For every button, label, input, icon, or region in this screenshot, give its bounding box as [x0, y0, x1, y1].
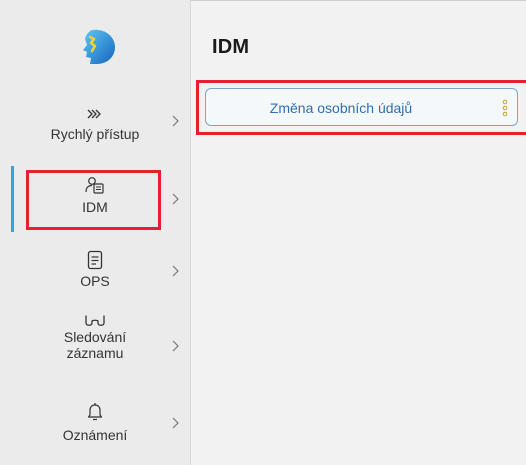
sidebar-item-ops[interactable]: OPS	[0, 250, 190, 289]
sidebar-item-label: OPS	[80, 273, 110, 289]
bell-icon	[87, 403, 103, 421]
double-chevron-icon	[87, 109, 101, 119]
glasses-icon	[85, 315, 105, 326]
main-content	[191, 0, 526, 465]
sidebar-item-label: Sledování záznamu	[63, 329, 127, 361]
highlight-box-idm	[26, 170, 161, 230]
sidebar-item-label: Rychlý přístup	[50, 126, 140, 142]
sidebar-item-quick-access[interactable]: Rychlý přístup	[0, 108, 190, 142]
sidebar-item-label: Oznámení	[62, 427, 128, 443]
sidebar: Rychlý přístup IDM OPS Sledování záznamu	[0, 0, 191, 465]
chevron-right-icon[interactable]	[170, 114, 180, 128]
sidebar-item-record-tracking[interactable]: Sledování záznamu	[0, 312, 190, 361]
highlight-box-card	[196, 80, 526, 135]
sidebar-item-notifications[interactable]: Oznámení	[0, 402, 190, 443]
top-divider	[191, 0, 526, 1]
page-title: IDM	[212, 36, 250, 58]
head-logo-icon[interactable]	[78, 27, 118, 67]
chevron-right-icon[interactable]	[170, 339, 180, 353]
chevron-right-icon[interactable]	[170, 416, 180, 430]
chevron-right-icon[interactable]	[170, 264, 180, 278]
document-icon	[87, 250, 103, 270]
chevron-right-icon[interactable]	[170, 192, 180, 206]
